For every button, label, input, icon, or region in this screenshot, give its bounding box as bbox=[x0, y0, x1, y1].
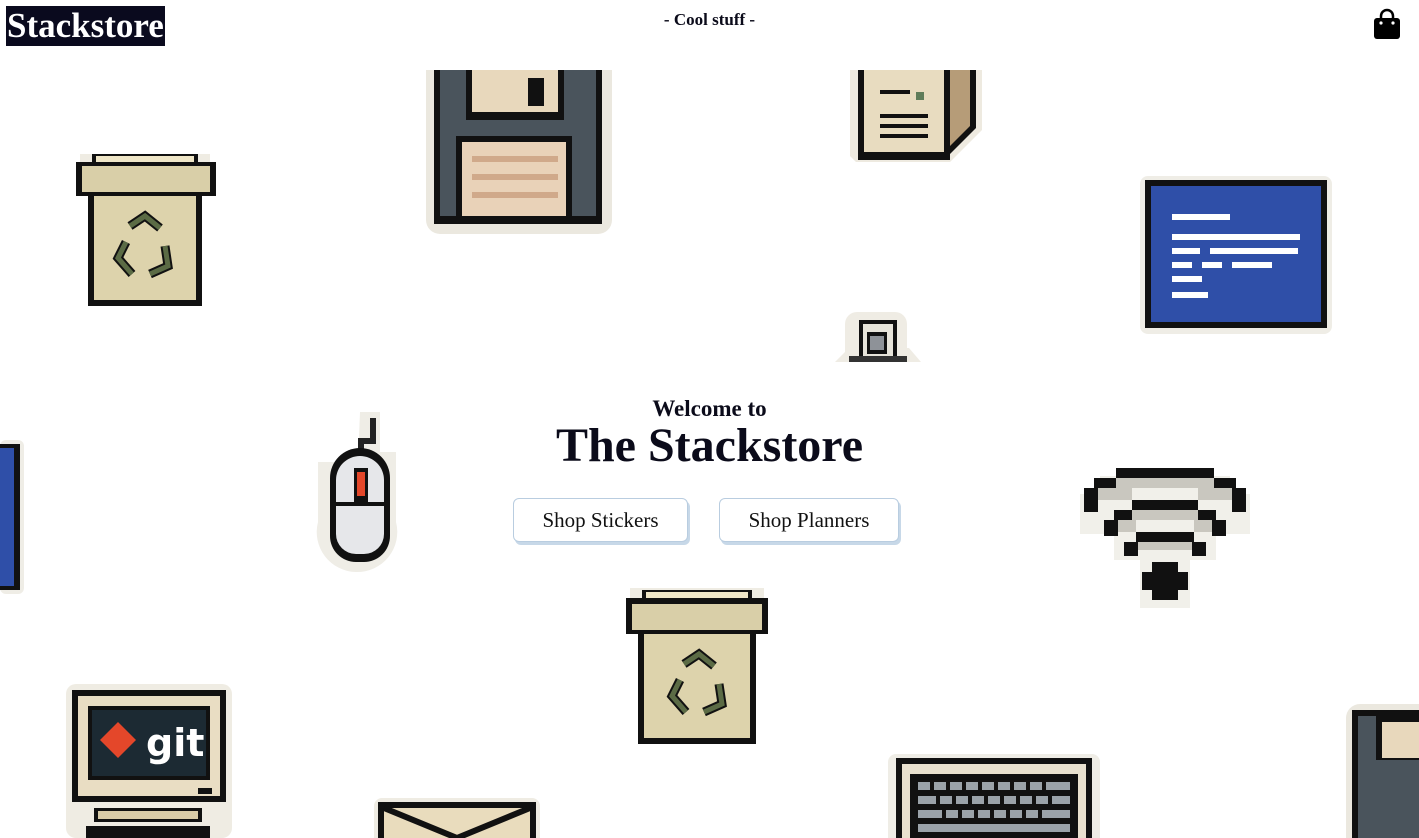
keyboard-sticker bbox=[888, 752, 1100, 838]
hero-section: Welcome to The Stackstore Shop Stickers … bbox=[0, 395, 1419, 542]
hero-title: The Stackstore bbox=[555, 419, 864, 472]
envelope-sticker bbox=[374, 796, 540, 838]
blue-screen-monitor-sticker bbox=[1140, 176, 1332, 334]
shopping-bag-icon[interactable] bbox=[1372, 8, 1402, 40]
computer-tower-sticker bbox=[850, 70, 982, 168]
recycle-bin-sticker bbox=[622, 588, 772, 748]
floppy-disk-sticker bbox=[426, 70, 612, 238]
site-header: Stackstore - Cool stuff - bbox=[0, 0, 1419, 56]
usb-drive-sticker bbox=[835, 310, 921, 362]
site-tagline: - Cool stuff - bbox=[663, 10, 756, 29]
shop-stickers-button[interactable]: Shop Stickers bbox=[513, 498, 688, 542]
git-computer-sticker: git bbox=[66, 684, 232, 838]
shop-planners-button[interactable]: Shop Planners bbox=[719, 498, 899, 542]
recycle-bin-sticker bbox=[70, 146, 220, 316]
floppy-disk-edge-sticker bbox=[1346, 704, 1419, 838]
wifi-signal-sticker bbox=[1080, 458, 1250, 610]
git-logo-text: git bbox=[146, 721, 204, 765]
